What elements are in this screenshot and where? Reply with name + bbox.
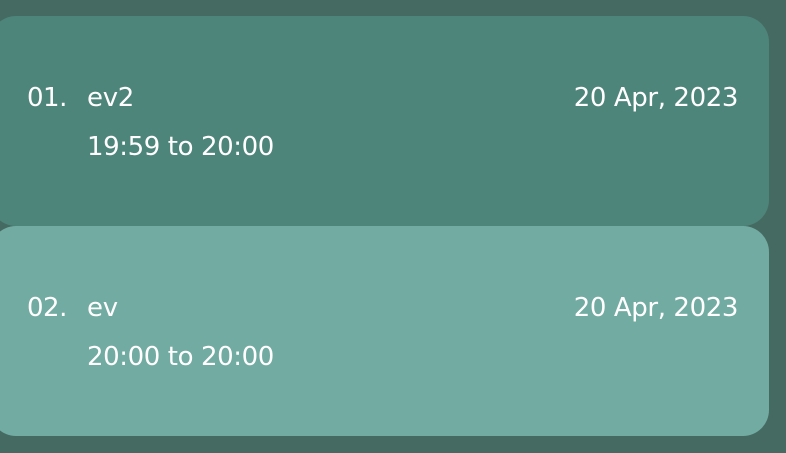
event-time-range: 20:00 to 20:00	[87, 342, 274, 372]
event-index: 01.	[27, 83, 67, 113]
event-time-range: 19:59 to 20:00	[87, 132, 274, 162]
event-name: ev	[87, 293, 118, 323]
event-list: 01. ev2 19:59 to 20:00 20 Apr, 2023 02. …	[0, 0, 786, 453]
event-name: ev2	[87, 83, 135, 113]
event-card-2[interactable]: 02. ev 20:00 to 20:00 20 Apr, 2023	[0, 226, 769, 436]
event-index: 02.	[27, 293, 67, 323]
event-card-1[interactable]: 01. ev2 19:59 to 20:00 20 Apr, 2023	[0, 16, 769, 226]
event-date: 20 Apr, 2023	[573, 293, 739, 323]
event-date: 20 Apr, 2023	[573, 83, 739, 113]
